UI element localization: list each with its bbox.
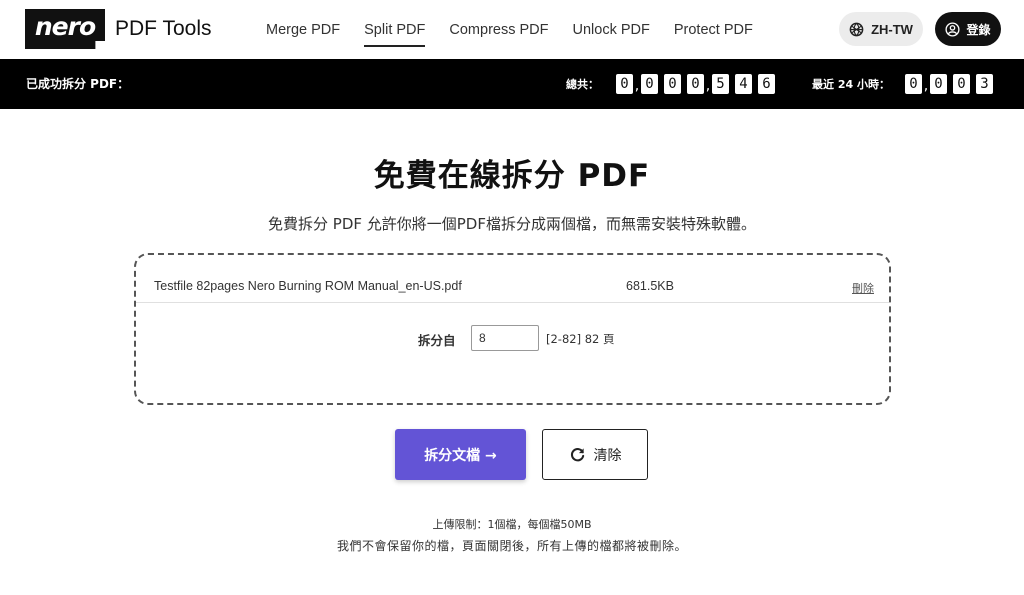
stats-bar: 已成功拆分 PDF： 總共： 0 , 0 0 0 , 5 4 6 最近 24 小… [0, 59, 1024, 109]
counter-digit: 5 [712, 74, 729, 94]
refresh-icon [570, 448, 584, 462]
total-label: 總共： [566, 78, 599, 91]
counter-digit: 6 [758, 74, 775, 94]
counter-digit: 0 [905, 74, 922, 94]
recent-label: 最近 24 小時： [812, 78, 890, 91]
page-range-hint: [2-82] 82 頁 [546, 332, 615, 346]
logo[interactable]: nero PDF Tools [25, 9, 211, 49]
counter-digit: 3 [976, 74, 993, 94]
logo-text: PDF Tools [115, 17, 212, 40]
counter-digit: 0 [953, 74, 970, 94]
page-title: 免費在線拆分 PDF [373, 158, 651, 194]
total-counter: 0 , 0 0 0 , 5 4 6 [616, 74, 775, 94]
recent-counter: 0 , 0 0 3 [905, 74, 993, 94]
clear-button[interactable]: 清除 [542, 429, 648, 480]
counter-digit: 0 [616, 74, 633, 94]
delete-file-link[interactable]: 刪除 [852, 280, 874, 296]
upload-limit-note: 上傳限制：1個檔，每個檔50MB [432, 518, 592, 531]
counter-digit: 0 [641, 74, 658, 94]
login-button[interactable]: 登錄 [935, 12, 1001, 46]
privacy-note: 我們不會保留你的檔，頁面關閉後，所有上傳的檔都將被刪除。 [336, 539, 687, 553]
main-nav: Merge PDF Split PDF Compress PDF Unlock … [266, 0, 777, 59]
split-options: 拆分自 [2-82] 82 頁 [136, 323, 889, 351]
globe-icon [849, 22, 864, 36]
nav-split-pdf[interactable]: Split PDF [364, 18, 426, 47]
nav-protect-pdf[interactable]: Protect PDF [674, 18, 753, 42]
split-document-button[interactable]: 拆分文檔 → [395, 429, 526, 480]
nav-compress-pdf[interactable]: Compress PDF [449, 18, 548, 42]
language-button[interactable]: ZH-TW [839, 12, 923, 46]
split-page-input[interactable] [471, 325, 539, 351]
language-label: ZH-TW [871, 21, 913, 37]
file-size: 681.5KB [626, 279, 674, 293]
nero-logo-mark: nero [25, 9, 105, 49]
page-subtitle: 免費拆分 PDF 允許你將一個PDF檔拆分成兩個檔，而無需安裝特殊軟體。 [268, 215, 756, 233]
file-name: Testfile 82pages Nero Burning ROM Manual… [154, 279, 462, 293]
login-label: 登錄 [966, 22, 991, 37]
split-from-label: 拆分自 [418, 333, 456, 348]
counter-digit: 0 [930, 74, 947, 94]
stats-title: 已成功拆分 PDF： [26, 77, 130, 91]
file-row: Testfile 82pages Nero Burning ROM Manual… [136, 255, 889, 303]
clear-label: 清除 [593, 447, 622, 464]
top-header: nero PDF Tools Merge PDF Split PDF Compr… [0, 0, 1024, 59]
nav-unlock-pdf[interactable]: Unlock PDF [573, 18, 650, 42]
counter-digit: 0 [687, 74, 704, 94]
file-dropzone[interactable]: Testfile 82pages Nero Burning ROM Manual… [134, 253, 891, 405]
nav-merge-pdf[interactable]: Merge PDF [266, 18, 340, 42]
counter-digit: 0 [664, 74, 681, 94]
user-icon [945, 21, 961, 37]
counter-digit: 4 [735, 74, 752, 94]
